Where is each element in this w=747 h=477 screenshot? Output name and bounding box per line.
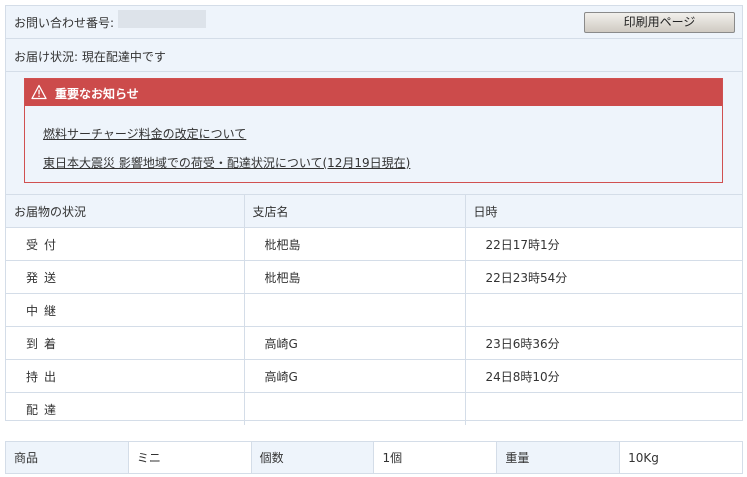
- row-branch: [244, 392, 466, 425]
- inquiry-label: お問い合わせ番号:: [14, 16, 115, 30]
- product-value: ミニ: [128, 441, 252, 474]
- row-datetime: 22日17時1分: [465, 227, 742, 261]
- fuel-surcharge-link[interactable]: 燃料サーチャージ料金の改定について: [43, 125, 246, 142]
- tracking-panel: お問い合わせ番号: 印刷用ページ お届け状況: 現在配達中です 重要なお知らせ …: [5, 5, 743, 425]
- table-row: 受付 枇杷島 22日17時1分: [6, 227, 742, 261]
- table-row: 到着 高崎G 23日6時36分: [6, 326, 742, 360]
- table-row: 持出 高崎G 24日8時10分: [6, 359, 742, 393]
- row-datetime: [465, 293, 742, 327]
- header-status: お届物の状況: [6, 195, 245, 228]
- delivery-status-row: お届け状況: 現在配達中です: [6, 39, 742, 72]
- inquiry-row: お問い合わせ番号: 印刷用ページ: [6, 6, 742, 39]
- row-branch: 高崎G: [244, 326, 466, 360]
- notice-area: 重要なお知らせ 燃料サーチャージ料金の改定について 東日本大震災 影響地域での荷…: [6, 72, 742, 195]
- print-page-button[interactable]: 印刷用ページ: [584, 12, 735, 33]
- notice-title: 重要なお知らせ: [55, 87, 139, 101]
- weight-label: 重量: [496, 441, 621, 474]
- row-status: 受付: [6, 227, 245, 261]
- important-notice-box: 重要なお知らせ 燃料サーチャージ料金の改定について 東日本大震災 影響地域での荷…: [24, 78, 723, 183]
- header-datetime: 日時: [465, 195, 742, 228]
- header-branch: 支店名: [244, 195, 466, 228]
- row-status: 発送: [6, 260, 245, 294]
- row-status: 持出: [6, 359, 245, 393]
- tracking-table: お届物の状況 支店名 日時 受付 枇杷島 22日17時1分 発送 枇杷島 22日…: [6, 195, 742, 425]
- row-datetime: 24日8時10分: [465, 359, 742, 393]
- row-branch: [244, 293, 466, 327]
- row-branch: 枇杷島: [244, 227, 466, 261]
- row-branch: 枇杷島: [244, 260, 466, 294]
- earthquake-delivery-status-link[interactable]: 東日本大震災 影響地域での荷受・配達状況について(12月19日現在): [43, 154, 410, 171]
- row-datetime: 22日23時54分: [465, 260, 742, 294]
- inquiry-number-redacted: [118, 10, 206, 28]
- table-row: 発送 枇杷島 22日23時54分: [6, 260, 742, 294]
- notice-header: 重要なお知らせ: [25, 79, 722, 106]
- row-status: 中継: [6, 293, 245, 327]
- delivery-status-text: お届け状況: 現在配達中です: [14, 50, 166, 64]
- row-datetime: 23日6時36分: [465, 326, 742, 360]
- row-branch: 高崎G: [244, 359, 466, 393]
- product-info-table: 商品 ミニ 個数 1個 重量 10Kg: [5, 441, 743, 474]
- weight-value: 10Kg: [628, 450, 659, 465]
- row-status: 到着: [6, 326, 245, 360]
- table-row: 中継: [6, 293, 742, 327]
- row-datetime: [465, 393, 742, 426]
- quantity-label: 個数: [251, 441, 375, 474]
- table-row: 配達: [6, 392, 742, 426]
- quantity-value: 1個: [373, 441, 498, 474]
- warning-icon: [31, 84, 47, 100]
- row-status: 配達: [6, 392, 245, 425]
- product-label: 商品: [5, 441, 129, 474]
- table-header-row: お届物の状況 支店名 日時: [6, 195, 742, 228]
- product-row: 商品 ミニ 個数 1個 重量 10Kg: [5, 441, 743, 474]
